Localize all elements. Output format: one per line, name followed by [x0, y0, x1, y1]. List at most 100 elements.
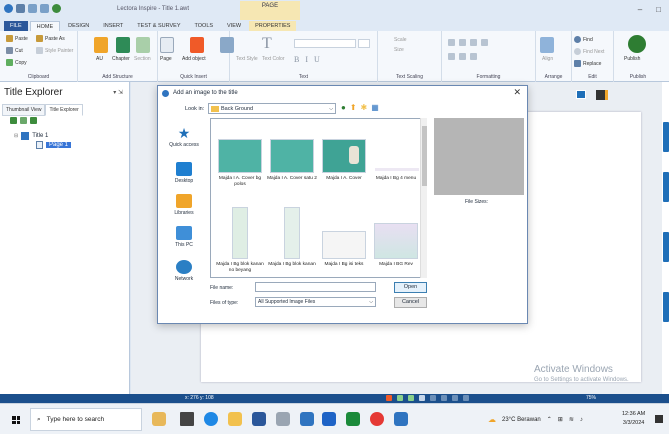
- network-tray-icon[interactable]: ⊞: [558, 416, 563, 423]
- tree-collapse-icon[interactable]: [20, 117, 27, 124]
- zoom-level[interactable]: 75%: [586, 395, 596, 401]
- wifi-icon[interactable]: ≋: [569, 416, 574, 423]
- side-tab-2[interactable]: [663, 172, 669, 202]
- word-icon[interactable]: [322, 412, 336, 426]
- view-menu-icon[interactable]: ▦: [371, 103, 379, 112]
- underline-button[interactable]: U: [314, 55, 320, 64]
- align-center-icon[interactable]: [459, 39, 466, 46]
- chapter-button[interactable]: Chapter: [112, 56, 130, 62]
- tree-item-title[interactable]: ⊟ Title 1: [14, 132, 48, 140]
- app-icon[interactable]: [394, 412, 408, 426]
- chevron-up-icon[interactable]: ⌃: [547, 416, 552, 423]
- chrome-icon[interactable]: [370, 412, 384, 426]
- dialog-close-button[interactable]: ✕: [513, 87, 521, 98]
- windows-start-icon[interactable]: [12, 416, 20, 424]
- file-item[interactable]: Majda I A. Cover bg polos: [213, 139, 267, 188]
- file-item[interactable]: Majda I Bg blok kanan no beyang: [213, 207, 267, 274]
- place-desktop[interactable]: Desktop: [162, 162, 206, 184]
- replace-button[interactable]: Replace: [574, 60, 601, 67]
- weather-text[interactable]: 23°C Berawan: [502, 417, 541, 423]
- font-family-select[interactable]: [294, 39, 356, 48]
- style-painter-button[interactable]: Style Painter: [36, 47, 73, 54]
- align-button[interactable]: Align: [542, 56, 553, 62]
- tree-expand-icon[interactable]: [10, 117, 17, 124]
- status-tool-icon[interactable]: [408, 395, 414, 401]
- place-quick-access[interactable]: ★ Quick access: [162, 126, 206, 148]
- tab-test-survey[interactable]: TEST & SURVEY: [131, 21, 186, 31]
- tab-design[interactable]: DESIGN: [62, 21, 95, 31]
- preview-icon[interactable]: [52, 4, 61, 13]
- status-tool-icon[interactable]: [386, 395, 392, 401]
- tree-item-page[interactable]: Page 1: [36, 141, 72, 149]
- cancel-button[interactable]: Cancel: [394, 297, 427, 308]
- numbering-icon[interactable]: [459, 53, 466, 60]
- news-widget-icon[interactable]: [152, 412, 166, 426]
- justify-icon[interactable]: [481, 39, 488, 46]
- tab-tools[interactable]: TOOLS: [189, 21, 220, 31]
- edge-browser-icon[interactable]: [204, 412, 218, 426]
- file-name-input[interactable]: [255, 282, 376, 292]
- photos-icon[interactable]: [276, 412, 290, 426]
- status-tool-icon[interactable]: [397, 395, 403, 401]
- taskbar-search-box[interactable]: ⌕ Type here to search: [30, 408, 142, 431]
- status-tool-icon[interactable]: [441, 395, 447, 401]
- lectora-icon[interactable]: [300, 412, 314, 426]
- font-size-select[interactable]: [358, 39, 370, 48]
- status-tool-icon[interactable]: [419, 395, 425, 401]
- file-item[interactable]: Majda I Bg blok kanan: [265, 207, 319, 268]
- paste-as-button[interactable]: Paste As: [36, 35, 65, 42]
- add-object-button[interactable]: Add object: [182, 56, 206, 62]
- collapse-icon[interactable]: ⊟: [14, 133, 18, 139]
- page-button[interactable]: Page: [160, 56, 172, 62]
- maximize-button[interactable]: □: [656, 5, 661, 14]
- side-tab-1[interactable]: [663, 122, 669, 152]
- excel-icon[interactable]: [346, 412, 360, 426]
- align-right-icon[interactable]: [470, 39, 477, 46]
- tree-filter-icon[interactable]: [30, 117, 37, 124]
- text-style-button[interactable]: Text Style: [236, 56, 258, 62]
- redo-icon[interactable]: [40, 4, 49, 13]
- bullets-icon[interactable]: [448, 53, 455, 60]
- place-network[interactable]: Network: [162, 260, 206, 282]
- copy-button[interactable]: Copy: [6, 59, 27, 66]
- save-icon[interactable]: [16, 4, 25, 13]
- cut-button[interactable]: Cut: [6, 47, 23, 54]
- run-preview-icon[interactable]: [596, 90, 608, 100]
- panel-pin-button[interactable]: ▾ ⇲: [113, 89, 123, 96]
- tab-thumbnail-view[interactable]: Thumbnail View: [2, 104, 46, 116]
- align-left-icon[interactable]: [448, 39, 455, 46]
- place-this-pc[interactable]: This PC: [162, 226, 206, 248]
- page-view-icon[interactable]: [576, 90, 586, 99]
- taskbar-clock[interactable]: 12:36 AM 3/3/2024: [622, 410, 645, 428]
- volume-icon[interactable]: ♪: [580, 417, 583, 423]
- tab-home[interactable]: HOME: [29, 21, 61, 31]
- file-explorer-icon[interactable]: [228, 412, 242, 426]
- new-folder-icon[interactable]: ✱: [361, 103, 368, 112]
- minimize-button[interactable]: –: [638, 5, 642, 14]
- file-list-scrollbar[interactable]: [420, 118, 427, 278]
- tab-title-explorer[interactable]: Title Explorer: [45, 104, 83, 116]
- file-item[interactable]: Majda I BG Rev: [369, 223, 423, 268]
- status-tool-icon[interactable]: [463, 395, 469, 401]
- paste-button[interactable]: Paste: [6, 35, 28, 42]
- tab-file[interactable]: FILE: [4, 21, 28, 31]
- up-folder-icon[interactable]: ⬆: [350, 103, 357, 112]
- open-button[interactable]: Open: [394, 282, 427, 293]
- file-item[interactable]: Majda I A. Cover satu 2: [265, 139, 319, 182]
- task-view-icon[interactable]: [180, 412, 194, 426]
- status-tool-icon[interactable]: [452, 395, 458, 401]
- status-tool-icon[interactable]: [430, 395, 436, 401]
- file-item[interactable]: Majda I Bg 4 menu: [369, 139, 423, 182]
- tab-properties[interactable]: PROPERTIES: [249, 21, 297, 31]
- au-button[interactable]: AU: [96, 56, 103, 62]
- file-type-select[interactable]: All Supported Image Files ⌵: [255, 297, 376, 307]
- section-button[interactable]: Section: [134, 56, 151, 62]
- publish-button[interactable]: Publish: [624, 56, 640, 62]
- notifications-icon[interactable]: [655, 415, 663, 423]
- store-icon[interactable]: [252, 412, 266, 426]
- back-icon[interactable]: ●: [341, 103, 346, 112]
- find-next-button[interactable]: Find Next: [574, 48, 604, 55]
- text-color-button[interactable]: Text Color: [262, 56, 285, 62]
- paragraph-icon[interactable]: [470, 53, 477, 60]
- bold-button[interactable]: B: [294, 55, 299, 64]
